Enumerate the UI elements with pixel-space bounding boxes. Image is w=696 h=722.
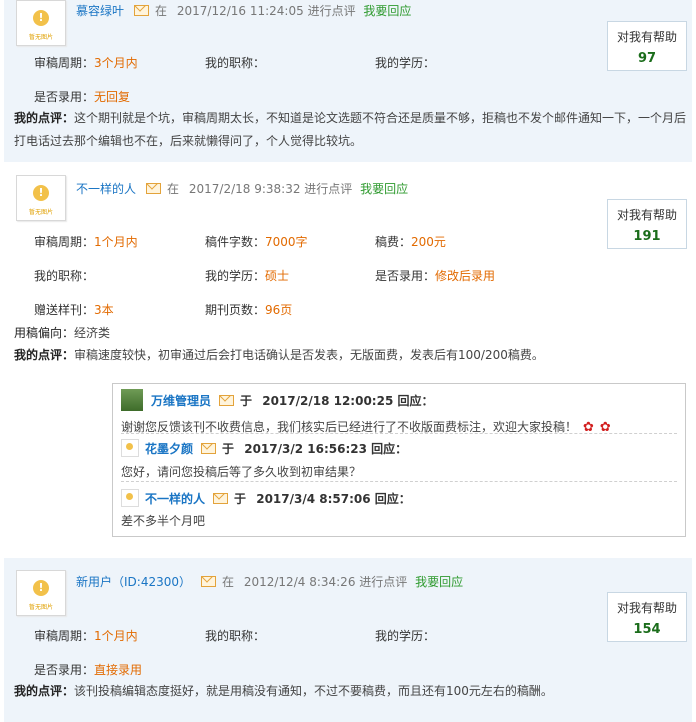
review-action-text: 进行点评 [304, 182, 353, 196]
avatar[interactable] [121, 489, 139, 507]
review-action-text: 进行点评 [359, 575, 408, 589]
no-image-icon: ! [33, 185, 49, 201]
envelope-icon[interactable] [219, 395, 235, 406]
reply-link[interactable]: 我要回应 [415, 575, 463, 589]
helpful-count: 154 [633, 622, 661, 637]
reply-text: 差不多半个月吧 [121, 514, 206, 528]
envelope-icon[interactable] [134, 5, 150, 16]
at-text: 在 [167, 182, 180, 196]
no-image-icon: ! [33, 10, 49, 26]
review-header: 慕容绿叶 在 2017/12/16 11:24:05 进行点评 我要回应 [76, 2, 411, 19]
comment-text-line1: 这个期刊就是个坑，审稿周期太长，不知道是论文选题不符合还是质量不够，拒稿也不发个… [74, 111, 687, 125]
helpful-count: 97 [637, 51, 657, 66]
field-accepted: 是否录用：修改后录用 [375, 269, 496, 283]
review-header: 新用户（ID:42300） 在 2012/12/4 8:34:26 进行点评 我要… [76, 573, 463, 590]
review-action-text: 进行点评 [307, 4, 356, 18]
field-title: 我的职称： [34, 269, 95, 283]
review-comment: 我的点评：审稿速度较快，初审通过后会打电话确认是否发表，无版面费，发表后有100… [14, 344, 690, 367]
comment-label: 我的点评： [14, 684, 75, 698]
avatar-caption: 暂无图片 [28, 604, 53, 611]
comment-text: 该刊投稿编辑态度挺好，就是用稿没有通知，不过不要稿费，而且还有100元左右的稿酬… [74, 684, 553, 698]
field-review-period: 审稿周期：3个月内 [34, 56, 138, 70]
no-image-icon: ! [33, 580, 49, 596]
comment-label: 我的点评： [14, 348, 75, 362]
envelope-icon[interactable] [213, 493, 229, 504]
envelope-icon[interactable] [146, 183, 162, 194]
review-comment: 我的点评：这个期刊就是个坑，审稿周期太长，不知道是论文选题不符合还是质量不够，拒… [14, 107, 690, 153]
reply-author[interactable]: 花墨夕颜 [145, 442, 193, 456]
reply-header: 万维管理员于 2017/2/18 12:00:25 回应： [121, 389, 677, 411]
field-degree: 我的学历： [375, 56, 436, 70]
avatar-caption: 暂无图片 [28, 34, 53, 41]
helpful-label: 对我有帮助 [616, 208, 677, 222]
field-accepted: 是否录用：直接录用 [34, 663, 143, 677]
avatar[interactable]: ! 暂无图片 [16, 0, 66, 46]
field-title: 我的职称： [205, 56, 266, 70]
reviewer-name[interactable]: 新用户（ID:42300） [76, 575, 191, 589]
field-degree: 我的学历：硕士 [205, 269, 290, 283]
reply-header: 不一样的人于 2017/3/4 8:57:06 回应： [121, 489, 677, 507]
review-time: 2017/2/18 9:38:32 [188, 182, 301, 196]
reply-header: 花墨夕颜于 2017/3/2 16:56:23 回应： [121, 439, 677, 457]
envelope-icon[interactable] [201, 576, 216, 587]
field-accepted: 是否录用：无回复 [34, 90, 131, 104]
reviewer-name[interactable]: 不一样的人 [76, 182, 136, 196]
comment-text: 审稿速度较快，初审通过后会打电话确认是否发表，无版面费，发表后有100/200稿… [74, 348, 544, 362]
reply-thread: 万维管理员于 2017/2/18 12:00:25 回应： 谢谢您反馈该刊不收费… [112, 383, 686, 537]
reviewer-name[interactable]: 慕容绿叶 [76, 4, 124, 18]
field-preference: 用稿偏向：经济类 [14, 326, 111, 340]
divider [121, 433, 677, 434]
helpful-box[interactable]: 对我有帮助 154 [607, 592, 687, 642]
field-page-count: 期刊页数：96页 [205, 303, 293, 317]
helpful-label: 对我有帮助 [616, 30, 677, 44]
field-title: 我的职称： [205, 629, 266, 643]
reply-link[interactable]: 我要回应 [363, 4, 411, 18]
review-header: 不一样的人 在 2017/2/18 9:38:32 进行点评 我要回应 [76, 180, 408, 197]
field-degree: 我的学历： [375, 629, 436, 643]
reply-text: 您好，请问您投稿后等了多久收到初审结果？ [121, 465, 362, 479]
field-word-count: 稿件字数：7000字 [205, 235, 308, 249]
reply-link[interactable]: 我要回应 [360, 182, 408, 196]
avatar[interactable] [121, 439, 139, 457]
field-review-period: 审稿周期：1个月内 [34, 235, 138, 249]
reply-author[interactable]: 万维管理员 [151, 394, 211, 408]
avatar-caption: 暂无图片 [28, 209, 53, 216]
avatar[interactable]: ! 暂无图片 [16, 175, 66, 221]
review-card: ! 暂无图片 新用户（ID:42300） 在 2012/12/4 8:34:26 … [4, 558, 692, 722]
field-review-period: 审稿周期：1个月内 [34, 629, 138, 643]
helpful-count: 191 [633, 229, 661, 244]
helpful-box[interactable]: 对我有帮助 97 [607, 21, 687, 71]
at-text: 在 [222, 575, 235, 589]
avatar[interactable]: ! 暂无图片 [16, 570, 66, 616]
envelope-icon[interactable] [201, 443, 217, 454]
avatar[interactable] [121, 389, 143, 411]
helpful-box[interactable]: 对我有帮助 191 [607, 199, 687, 249]
reply-author[interactable]: 不一样的人 [145, 492, 205, 506]
divider [121, 481, 677, 482]
review-time: 2012/12/4 8:34:26 [243, 575, 356, 589]
field-fee: 稿费：200元 [375, 235, 446, 249]
review-time: 2017/12/16 11:24:05 [176, 4, 304, 18]
review-card: ! 暂无图片 不一样的人 在 2017/2/18 9:38:32 进行点评 我要回… [4, 165, 692, 558]
review-card: ! 暂无图片 慕容绿叶 在 2017/12/16 11:24:05 进行点评 我要… [4, 0, 692, 162]
review-comment: 我的点评：该刊投稿编辑态度挺好，就是用稿没有通知，不过不要稿费，而且还有100元… [14, 680, 690, 703]
field-sample-copies: 赠送样刊：3本 [34, 303, 114, 317]
comment-text-line2: 打电话过去那个编辑也不在，后来就懒得问了，个人觉得比较坑。 [14, 134, 363, 148]
at-text: 在 [155, 4, 168, 18]
helpful-label: 对我有帮助 [616, 601, 677, 615]
comment-label: 我的点评： [14, 111, 75, 125]
